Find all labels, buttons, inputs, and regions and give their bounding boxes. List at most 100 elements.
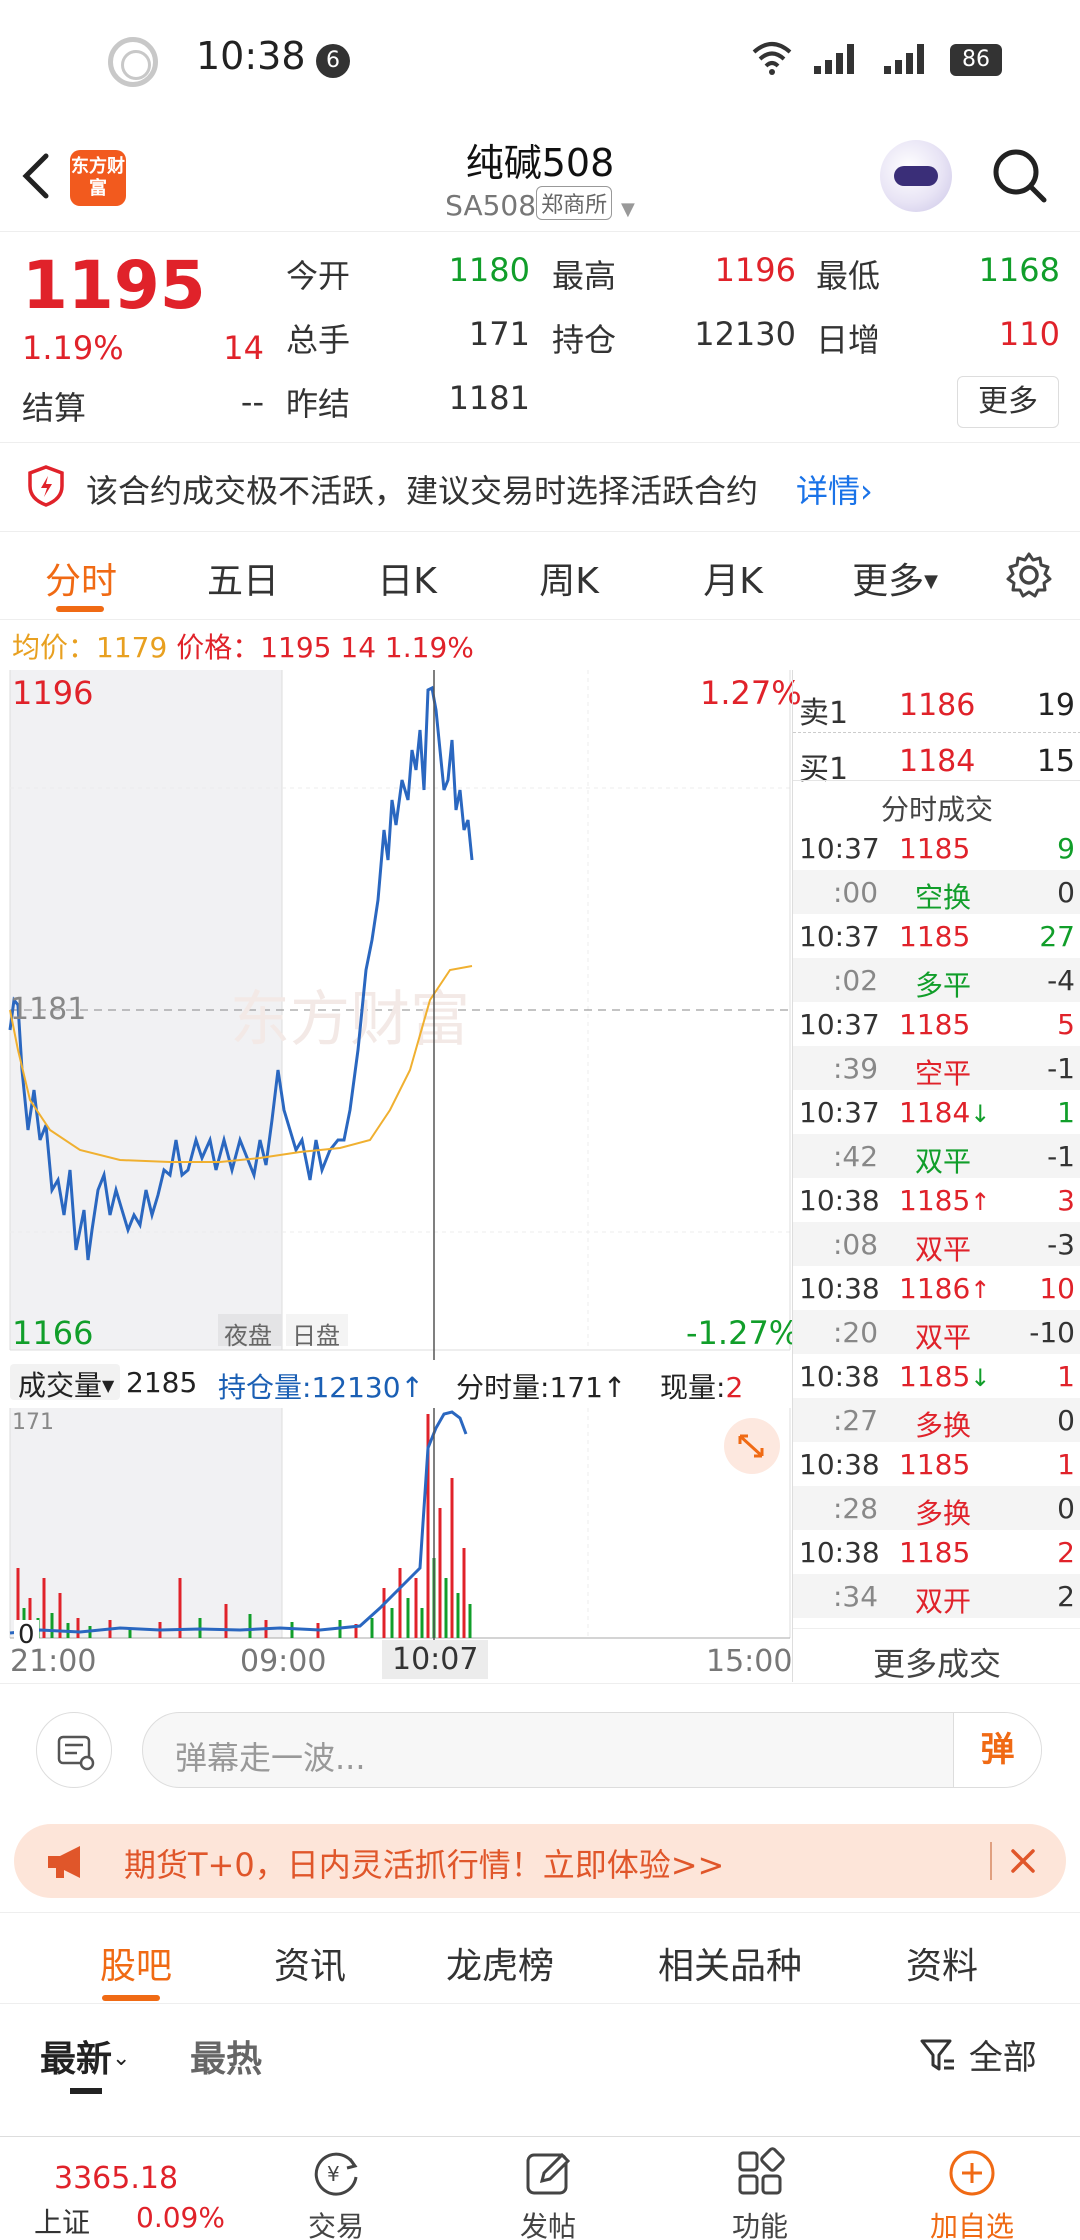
tab-five-day[interactable]: 五日 (178, 552, 308, 604)
tick-seconds: :39 (833, 1052, 879, 1085)
promo-divider (990, 1842, 992, 1880)
expand-icon[interactable] (724, 1418, 780, 1474)
volume-value: 171 (468, 315, 530, 353)
volume-value: 2185 (126, 1366, 198, 1399)
oi-label: 持仓量: (218, 1371, 312, 1404)
tick-time: 10:38 (799, 1184, 880, 1217)
tab-more-label: 更多 (852, 561, 925, 602)
grid-icon (738, 2147, 785, 2195)
open-value: 1180 (448, 251, 530, 289)
time-label: 09:00 (240, 1644, 327, 1679)
danmu-send-button[interactable]: 弹 (953, 1713, 1041, 1787)
warning-text: 该合约成交极不活跃，建议交易时选择活跃合约 (86, 472, 759, 510)
tab-more[interactable]: 更多▼ (830, 552, 960, 604)
open-interest-label: 持仓 (552, 321, 617, 359)
dropdown-icon: ▼ (924, 571, 938, 592)
more-ticks-button[interactable]: 更多成交 (793, 1628, 1080, 1685)
tick-time: 10:38 (799, 1448, 880, 1481)
tick-row: 10:37 1185 27 (793, 914, 1080, 958)
tab-intraday[interactable]: 分时 (16, 552, 146, 604)
tab-profile[interactable]: 资料 (906, 1937, 978, 1989)
index-change: 0.09% (136, 2201, 225, 2234)
time-label: 15:00 (706, 1644, 793, 1679)
dropdown-icon: ▼ (102, 1376, 115, 1395)
tick-time: 10:38 (799, 1360, 880, 1393)
tab-forum[interactable]: 股吧 (100, 1937, 172, 1989)
gear-icon[interactable] (1004, 550, 1054, 600)
tab-dragon-tiger[interactable]: 龙虎榜 (446, 1937, 554, 1989)
tick-seconds: :34 (833, 1580, 879, 1613)
tick-type: 空换 (915, 881, 972, 914)
nav-functions[interactable]: 功能 (700, 2147, 820, 2240)
open-interest-value: 12130 (694, 315, 796, 353)
tick-volume: 5 (1057, 1008, 1075, 1041)
sort-hottest[interactable]: 最热 (190, 2030, 262, 2082)
sort-newest[interactable]: 最新⌄ (40, 2030, 130, 2082)
tick-seconds: :20 (833, 1316, 879, 1349)
tick-volume: 10 (1039, 1272, 1075, 1305)
tick-row: 10:38 1186↑ 10 (793, 1266, 1080, 1310)
tick-price: 1186↑ (899, 1272, 990, 1305)
more-quote-button[interactable]: 更多 (957, 376, 1059, 428)
volume-chart[interactable]: 171 0 (0, 1408, 792, 1650)
contract-code: SA508 (445, 189, 537, 222)
session-night-label[interactable]: 夜盘 (224, 1316, 272, 1351)
tick-row-detail: :20 双平 -10 (793, 1310, 1080, 1354)
tick-row-detail: :00 空换 0 (793, 870, 1080, 914)
tick-oi-diff: -10 (1029, 1316, 1075, 1349)
tab-daily-k[interactable]: 日K (342, 552, 472, 604)
tab-weekly-k[interactable]: 周K (504, 552, 634, 604)
low-value: 1168 (978, 251, 1060, 289)
warning-detail-link[interactable]: 详情› (796, 466, 873, 512)
danmu-settings-icon[interactable] (36, 1712, 112, 1788)
session-day-label[interactable]: 日盘 (292, 1316, 340, 1351)
index-ticker[interactable]: 3365.18 上证 0.09% (0, 2137, 240, 2240)
oi-value: 12130 (311, 1371, 401, 1404)
tick-price: 1185 (899, 1008, 970, 1041)
tab-related[interactable]: 相关品种 (658, 1937, 802, 1989)
filter-button[interactable]: 全部 (918, 2030, 1037, 2079)
signal-icon (884, 44, 924, 74)
filter-icon (920, 2039, 954, 2071)
nav-add-watchlist[interactable]: 加自选 (912, 2147, 1032, 2240)
tick-row: 10:37 1185 9 (793, 826, 1080, 870)
nav-post-label: 发帖 (519, 2210, 576, 2240)
y-low-label: 1166 (12, 1314, 94, 1352)
battery-icon: 86 (950, 44, 1002, 76)
book-divider (793, 732, 1080, 733)
tick-vol-value: 171 (549, 1371, 603, 1404)
tick-row: 10:37 1184↓ 1 (793, 1090, 1080, 1134)
active-tab-indicator (102, 1995, 160, 2001)
danmu-input[interactable]: 弹幕走一波... 弹 (142, 1712, 1042, 1788)
chevron-down-icon: ⌄ (112, 2046, 131, 2071)
tick-volume: 9 (1057, 832, 1075, 865)
tick-row-detail: :08 双平 -3 (793, 1222, 1080, 1266)
price-label: 价格： (176, 631, 261, 664)
change-abs: 14 (340, 631, 377, 664)
nav-post[interactable]: 发帖 (488, 2147, 608, 2240)
close-icon[interactable] (998, 1836, 1048, 1886)
promo-banner[interactable]: 期货T+0，日内灵活抓行情！立即体验>> (14, 1824, 1066, 1898)
tick-seconds: :02 (833, 964, 879, 997)
nav-trade[interactable]: ¥ 交易 (276, 2147, 396, 2240)
daily-increase-value: 110 (998, 315, 1060, 353)
tab-monthly-k[interactable]: 月K (668, 552, 798, 604)
megaphone-icon (48, 1846, 80, 1878)
prev-settle-label: 昨结 (286, 385, 351, 423)
intraday-chart[interactable]: 东方财富 1196 1.27% 1181 1166 -1.27% 夜盘 日盘 (0, 670, 802, 1360)
volume-selector[interactable]: 成交量▼ (10, 1364, 120, 1402)
tick-volume: 3 (1057, 1184, 1075, 1217)
bid-price: 1184 (899, 744, 976, 779)
tab-news[interactable]: 资讯 (274, 1937, 346, 1989)
search-icon[interactable] (990, 146, 1050, 206)
robot-assistant-icon[interactable] (880, 140, 952, 212)
tick-time: 10:38 (799, 1536, 880, 1569)
bottom-nav: 3365.18 上证 0.09% ¥ 交易 发帖 功能 加自选 (0, 2136, 1080, 2240)
volume-max-label: 171 (12, 1410, 54, 1435)
edit-icon (526, 2152, 571, 2195)
settle-value: -- (240, 383, 264, 421)
cur-vol-label: 现量: (660, 1371, 726, 1404)
tick-price: 1185↓ (899, 1360, 990, 1393)
tick-type: 多换 (915, 1409, 972, 1442)
shield-alert-icon (28, 465, 64, 507)
